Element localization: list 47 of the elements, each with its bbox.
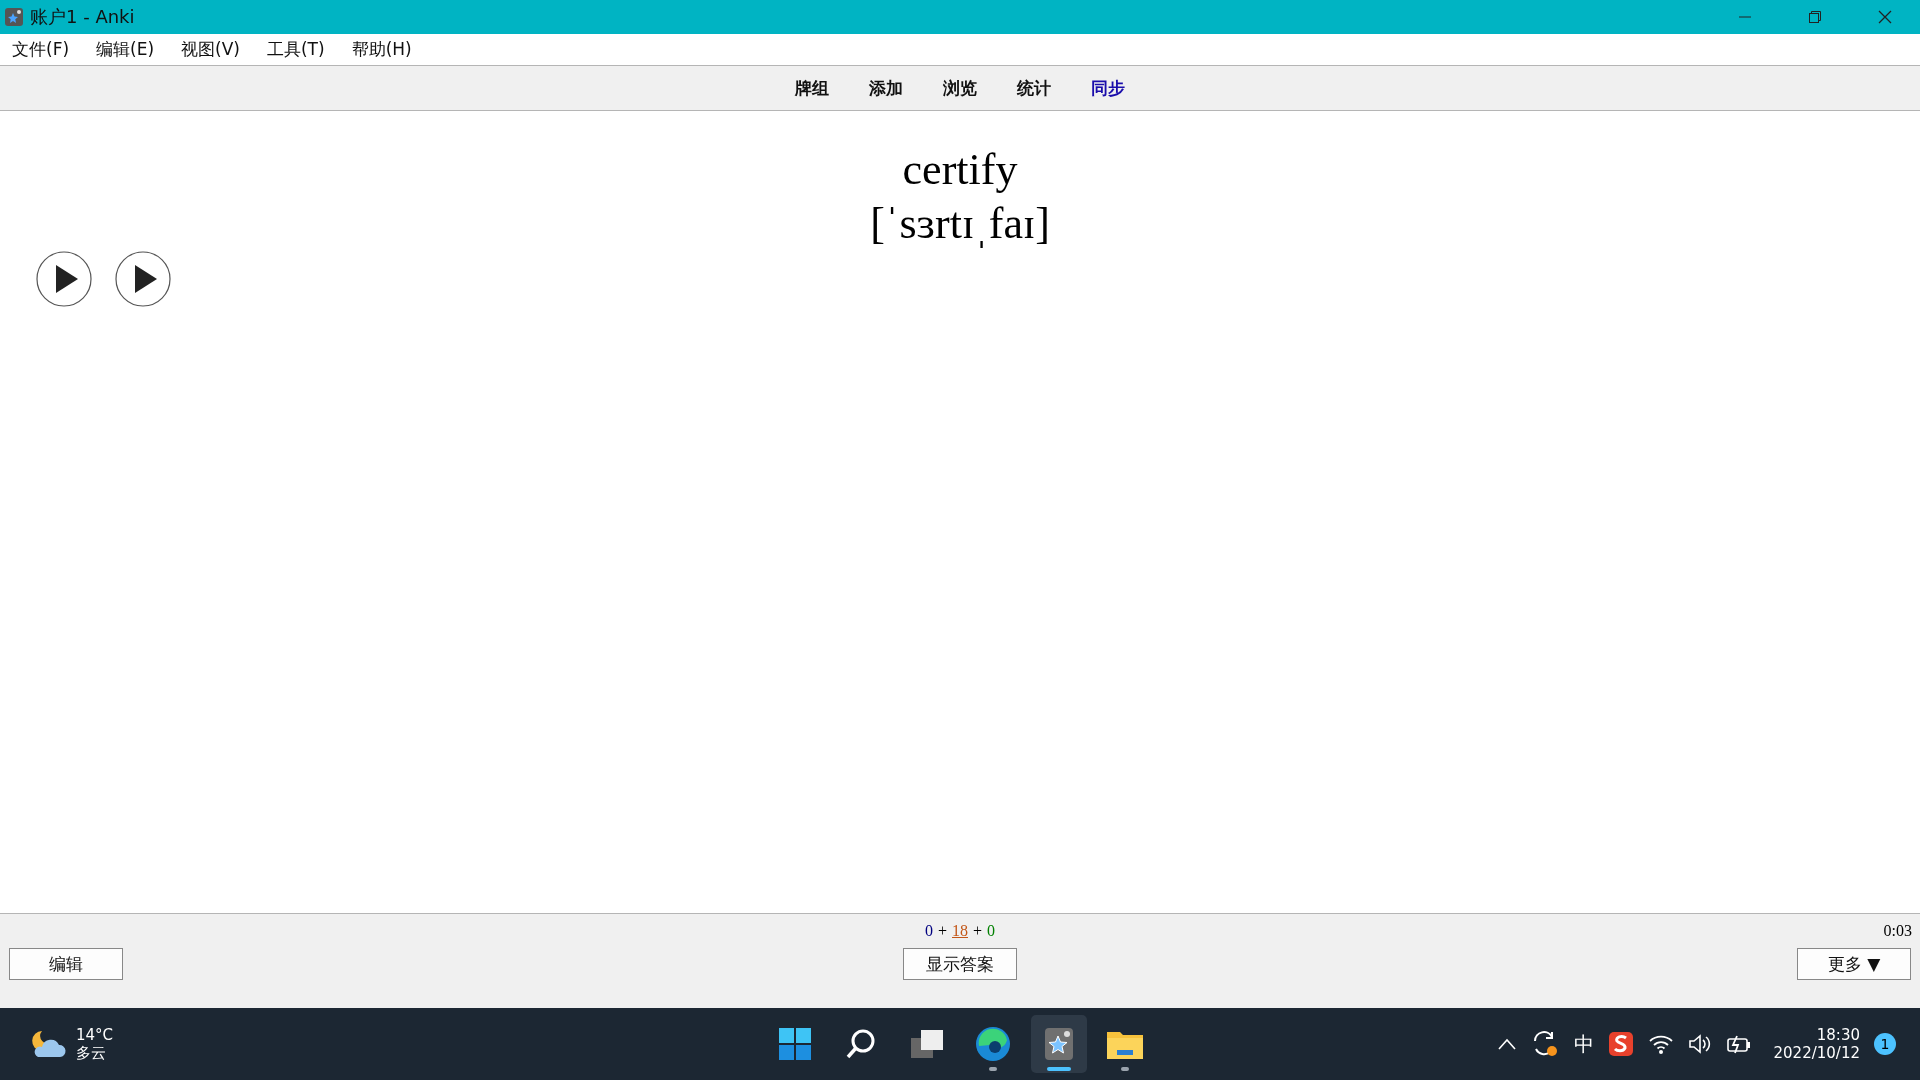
active-app-indicator [1047,1067,1071,1071]
toolbar-link[interactable]: 添加 [869,76,903,100]
notification-badge[interactable]: 1 [1874,1033,1896,1055]
restore-icon [1809,11,1821,23]
toolbar-link[interactable]: 浏览 [943,76,977,100]
card-phonetic: [ˈsɜrtɪˌfaɪ] [870,198,1050,250]
edit-button[interactable]: 编辑 [9,948,123,980]
star-card-icon [1044,1027,1074,1061]
search-icon [845,1028,877,1060]
queue-count: 0 [987,922,996,940]
input-method-indicator[interactable]: 中 [1573,1030,1594,1058]
weather-temperature: 14°C [76,1025,114,1044]
menu-item[interactable]: 帮助(H) [343,38,420,61]
input-method-s-icon[interactable] [1607,1031,1634,1057]
menu-item[interactable]: 视图(V) [173,38,248,61]
app-icon [4,7,24,27]
close-icon [1878,10,1892,24]
menu-item[interactable]: 编辑(E) [88,38,163,61]
more-button[interactable]: 更多 ▼ [1797,948,1911,980]
battery-charging-icon[interactable] [1725,1033,1752,1055]
answer-timer: 0:03 [1883,922,1912,940]
card-word: certify [902,144,1018,196]
menu-item[interactable]: 工具(T) [258,38,333,61]
taskbar-app-button[interactable] [1031,1015,1087,1073]
weather-condition: 多云 [76,1043,107,1063]
play-audio-icon[interactable] [115,251,171,307]
windows-logo-icon [778,1027,812,1061]
queue-count: 0 [924,922,933,940]
running-app-indicator [989,1067,997,1071]
menu-item[interactable]: 文件(F) [4,38,78,61]
toolbar-link[interactable]: 统计 [1017,76,1051,100]
running-app-indicator [1121,1067,1129,1071]
plus-sign: + [937,922,947,940]
toolbar-link[interactable]: 同步 [1091,76,1125,100]
show-answer-button[interactable]: 显示答案 [903,948,1017,980]
chevron-up-icon[interactable] [1497,1038,1516,1050]
wifi-icon[interactable] [1647,1033,1674,1055]
clock-time[interactable]: 18:30 [1816,1026,1860,1044]
speaker-icon[interactable] [1687,1033,1712,1055]
plus-sign: + [973,922,983,940]
clock-date[interactable]: 2022/10/12 [1773,1044,1860,1062]
browser-swirl-icon [975,1026,1011,1062]
queue-count: 18 [952,922,968,940]
toolbar-link[interactable]: 牌组 [795,76,829,100]
window-title: 账户1 - Anki [30,5,135,29]
play-audio-icon[interactable] [36,251,92,307]
task-view-icon [909,1028,945,1060]
